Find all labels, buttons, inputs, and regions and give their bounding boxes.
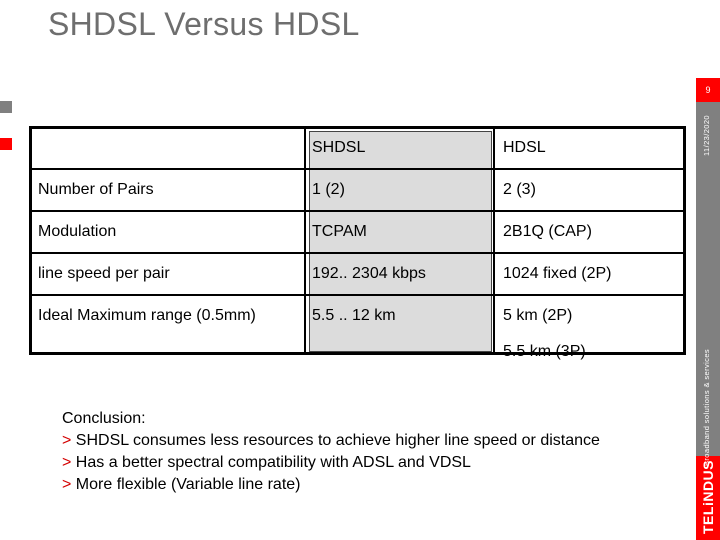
hdsl-value: 5 km (2P) [503, 307, 573, 324]
conclusion-heading: Conclusion: [62, 410, 146, 427]
row-label: Number of Pairs [38, 181, 154, 198]
bullet-text: SHDSL consumes less resources to achieve… [75, 432, 600, 449]
conclusion-bullet: > More flexible (Variable line rate) [62, 474, 600, 496]
bullet-text: Has a better spectral compatibility with… [75, 454, 471, 471]
header-hdsl: HDSL [503, 139, 546, 156]
page-number: 9 [696, 78, 720, 102]
telindus-logo: TELiNDUS [700, 460, 716, 534]
hdsl-value: 2B1Q (CAP) [503, 223, 592, 240]
shdsl-value: 192.. 2304 kbps [312, 265, 426, 282]
bullet-arrow-icon: > [62, 476, 72, 493]
bullet-text: More flexible (Variable line rate) [75, 476, 301, 493]
header-shdsl: SHDSL [312, 139, 366, 156]
slide-title: SHDSL Versus HDSL [48, 6, 360, 42]
bullet-arrow-icon: > [62, 432, 72, 449]
decorative-gray-square [0, 101, 12, 113]
shdsl-value: TCPAM [312, 223, 367, 240]
shdsl-value: 5.5 .. 12 km [312, 307, 396, 324]
row-divider [32, 294, 683, 296]
hdsl-value: 2 (3) [503, 181, 536, 198]
hdsl-value: 1024 fixed (2P) [503, 265, 612, 282]
row-label: Modulation [38, 223, 117, 240]
hdsl-value-extra: 5.5 km (3P) [503, 343, 586, 360]
slide-date: 11/23/2020 [702, 115, 711, 156]
column-divider [304, 129, 306, 352]
row-label: line speed per pair [38, 265, 170, 282]
conclusion-bullet: > Has a better spectral compatibility wi… [62, 452, 600, 474]
right-sidebar: 9 11/23/2020 Broadband solutions & servi… [696, 78, 720, 540]
conclusion-bullet: > SHDSL consumes less resources to achie… [62, 430, 600, 452]
column-divider [493, 129, 495, 352]
row-divider [32, 252, 683, 254]
decorative-red-square [0, 138, 12, 150]
sidebar-tagline: Broadband solutions & services [702, 348, 711, 466]
shdsl-value: 1 (2) [312, 181, 345, 198]
row-divider [32, 210, 683, 212]
row-label: Ideal Maximum range (0.5mm) [38, 307, 256, 324]
row-divider [32, 168, 683, 170]
comparison-table: SHDSL HDSL Number of Pairs 1 (2) 2 (3) M… [29, 126, 686, 360]
conclusion-block: Conclusion: > SHDSL consumes less resour… [62, 408, 600, 496]
bullet-arrow-icon: > [62, 454, 72, 471]
